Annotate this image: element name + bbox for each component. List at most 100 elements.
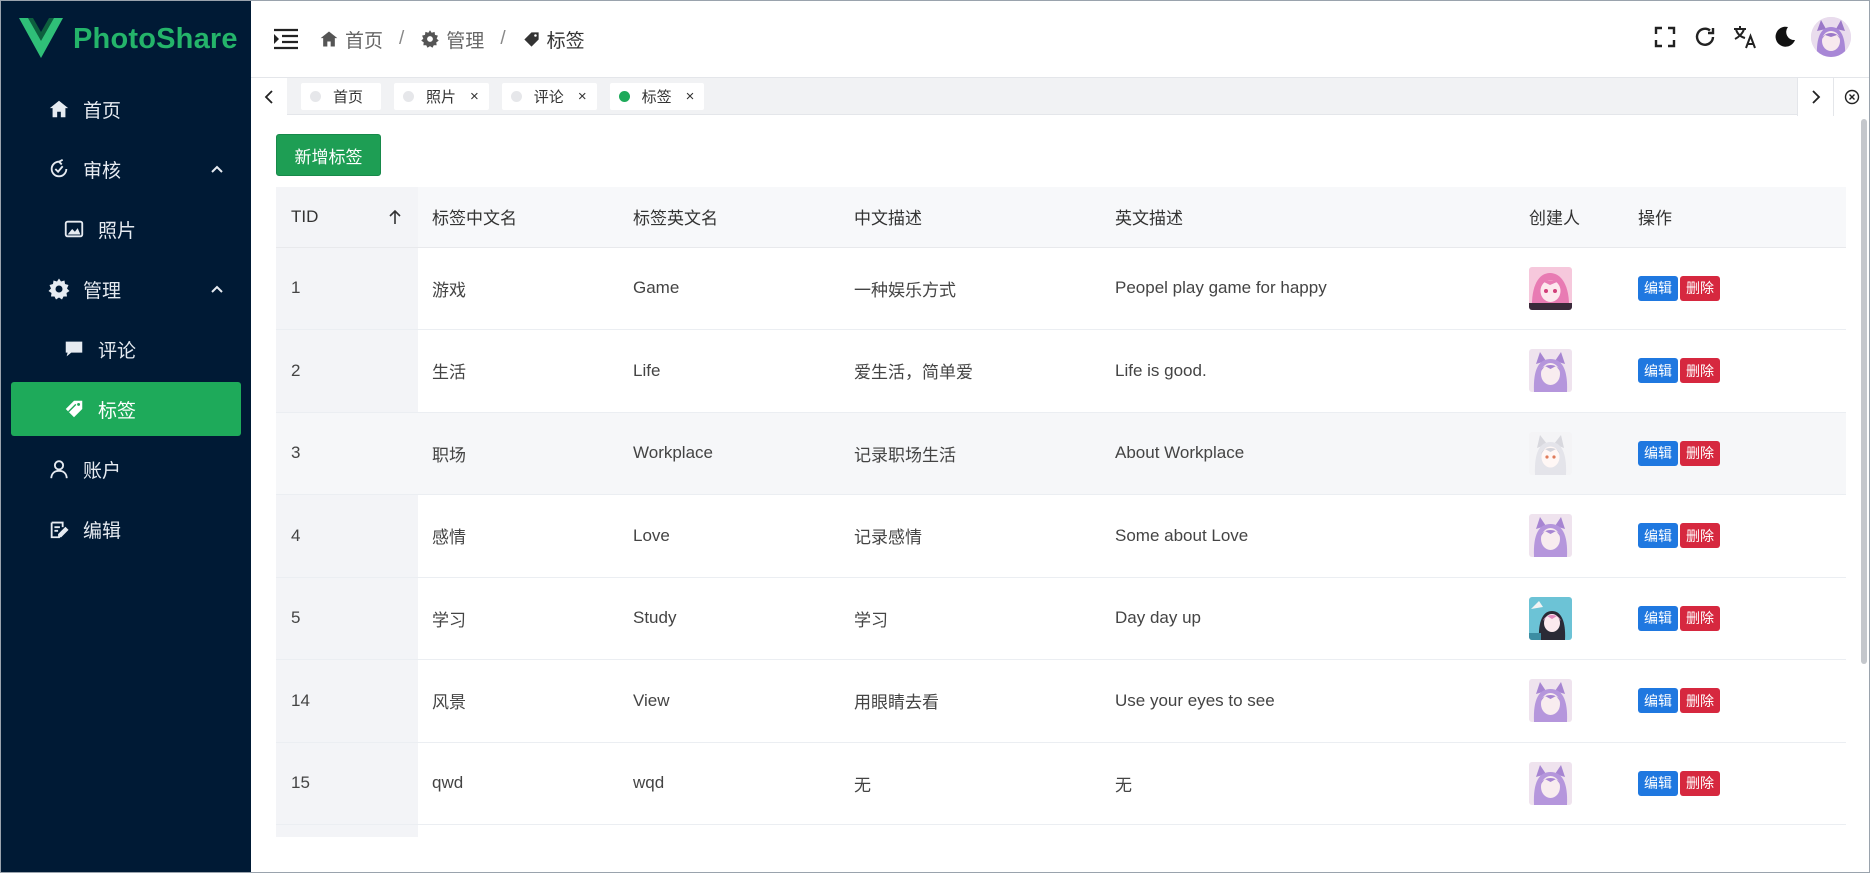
image-icon bbox=[62, 217, 86, 241]
breadcrumb-item-manage[interactable]: 管理 bbox=[420, 26, 484, 53]
edit-button[interactable]: 编辑 bbox=[1638, 358, 1678, 384]
sort-ascending-icon[interactable] bbox=[388, 209, 402, 225]
tab-status-dot bbox=[403, 91, 415, 102]
column-header-en-desc: 英文描述 bbox=[1101, 187, 1515, 248]
close-icon[interactable]: × bbox=[686, 88, 695, 105]
fullscreen-icon bbox=[1654, 26, 1676, 48]
sidebar-item-manage[interactable]: 管理 bbox=[1, 259, 251, 319]
cell-en-name: View bbox=[619, 659, 840, 743]
tabs-scroll-right-button[interactable] bbox=[1797, 78, 1833, 116]
cell-tid: 14 bbox=[276, 659, 418, 743]
breadcrumb-separator: / bbox=[399, 28, 405, 49]
delete-button[interactable]: 删除 bbox=[1680, 358, 1720, 384]
breadcrumb-label: 首页 bbox=[345, 30, 384, 52]
refresh-button[interactable] bbox=[1691, 23, 1719, 51]
creator-avatar bbox=[1529, 679, 1572, 723]
sidebar-item-label: 审核 bbox=[83, 160, 122, 182]
gear-icon bbox=[47, 277, 71, 301]
table-header-row: TID 标签中文名 标签英文名 中文描述 英文描述 创建人 操作 bbox=[276, 187, 1846, 248]
delete-button[interactable]: 删除 bbox=[1680, 275, 1720, 301]
table-row: 15 qwd wqd 无 无 编辑 删除 bbox=[276, 742, 1846, 825]
tab-tags[interactable]: 标签 × bbox=[609, 83, 705, 110]
sidebar-item-label: 照片 bbox=[98, 220, 137, 242]
translate-icon bbox=[1734, 26, 1756, 49]
close-all-tabs-button[interactable] bbox=[1833, 78, 1869, 116]
table-row: 3 职场 Workplace 记录职场生活 About Workplace 编辑… bbox=[276, 412, 1846, 495]
chevron-up-icon[interactable] bbox=[209, 161, 225, 177]
breadcrumb-label: 标签 bbox=[546, 30, 585, 52]
menu-collapse-button[interactable] bbox=[271, 24, 301, 54]
user-avatar[interactable] bbox=[1811, 17, 1851, 57]
tabs-bar: 首页 照片 × 评论 × 标签 × bbox=[251, 77, 1869, 116]
sidebar-item-label: 编辑 bbox=[83, 520, 122, 542]
header-actions bbox=[1639, 17, 1851, 57]
column-header-tid[interactable]: TID bbox=[276, 187, 418, 248]
sidebar-item-photos[interactable]: 照片 bbox=[1, 199, 251, 259]
cell-actions: 编辑 删除 bbox=[1624, 329, 1846, 413]
delete-button[interactable]: 删除 bbox=[1680, 440, 1720, 466]
edit-button[interactable]: 编辑 bbox=[1638, 770, 1678, 796]
table-row-partial bbox=[276, 824, 1846, 837]
column-header-actions: 操作 bbox=[1624, 187, 1846, 248]
sidebar-item-account[interactable]: 账户 bbox=[1, 439, 251, 499]
sidebar-item-label: 评论 bbox=[98, 340, 137, 362]
close-icon[interactable]: × bbox=[470, 88, 479, 105]
chevron-up-icon[interactable] bbox=[209, 281, 225, 297]
cell-cn-name: 职场 bbox=[418, 412, 619, 495]
fullscreen-button[interactable] bbox=[1651, 23, 1679, 51]
cell-en-desc: About Workplace bbox=[1101, 412, 1515, 495]
cell-creator bbox=[1515, 577, 1624, 660]
sidebar-item-label: 管理 bbox=[83, 280, 122, 302]
cell-tid: 1 bbox=[276, 247, 418, 330]
language-button[interactable] bbox=[1731, 23, 1759, 51]
cell-actions: 编辑 删除 bbox=[1624, 247, 1846, 330]
sidebar-item-comments[interactable]: 评论 bbox=[1, 319, 251, 379]
creator-avatar bbox=[1529, 431, 1572, 475]
delete-button[interactable]: 删除 bbox=[1680, 688, 1720, 714]
tab-home[interactable]: 首页 bbox=[301, 83, 382, 110]
vertical-scrollbar[interactable] bbox=[1861, 119, 1867, 664]
cell-en-name: wqd bbox=[619, 742, 840, 825]
edit-button[interactable]: 编辑 bbox=[1638, 688, 1678, 714]
brand-logo[interactable]: PhotoShare bbox=[1, 1, 251, 77]
sidebar-item-tags[interactable]: 标签 bbox=[11, 382, 241, 436]
breadcrumb-item-home[interactable]: 首页 bbox=[319, 26, 383, 53]
tab-comments[interactable]: 评论 × bbox=[501, 83, 597, 110]
cell-cn-name: 游戏 bbox=[418, 247, 619, 330]
edit-button[interactable]: 编辑 bbox=[1638, 275, 1678, 301]
dark-mode-button[interactable] bbox=[1771, 23, 1799, 51]
cell-en-desc: Some about Love bbox=[1101, 494, 1515, 578]
chevron-left-icon bbox=[264, 90, 273, 104]
add-tag-button[interactable]: 新增标签 bbox=[276, 134, 381, 176]
top-header: 首页 / 管理 / 标签 bbox=[251, 1, 1869, 77]
close-icon[interactable]: × bbox=[578, 88, 587, 105]
comment-icon bbox=[62, 337, 86, 361]
column-header-label: TID bbox=[291, 206, 319, 226]
cell-cn-desc: 学习 bbox=[840, 577, 1101, 660]
cell-cn-name: 风景 bbox=[418, 659, 619, 743]
sidebar-item-label: 首页 bbox=[83, 100, 122, 122]
cell-cn-name: qwd bbox=[418, 742, 619, 825]
edit-button[interactable]: 编辑 bbox=[1638, 523, 1678, 549]
cell-en-name: Study bbox=[619, 577, 840, 660]
sidebar-item-review[interactable]: 审核 bbox=[1, 139, 251, 199]
table-row: 2 生活 Life 爱生活，简单爱 Life is good. 编辑 删除 bbox=[276, 329, 1846, 413]
tabs-scroll-left-button[interactable] bbox=[251, 78, 287, 116]
sidebar: PhotoShare 首页 审核 照片 管理 评论 标签 账户 编辑 bbox=[1, 1, 251, 872]
breadcrumb-item-tags: 标签 bbox=[522, 26, 585, 53]
edit-button[interactable]: 编辑 bbox=[1638, 605, 1678, 631]
sidebar-item-edit[interactable]: 编辑 bbox=[1, 499, 251, 559]
cell-cn-name: 感情 bbox=[418, 494, 619, 578]
cell-cn-desc: 记录职场生活 bbox=[840, 412, 1101, 495]
delete-button[interactable]: 删除 bbox=[1680, 770, 1720, 796]
tab-status-dot bbox=[310, 91, 321, 102]
cell-creator bbox=[1515, 659, 1624, 743]
cell-cn-desc: 爱生活，简单爱 bbox=[840, 329, 1101, 413]
table-row: 14 风景 View 用眼睛去看 Use your eyes to see 编辑… bbox=[276, 659, 1846, 743]
cell-tid: 4 bbox=[276, 494, 418, 578]
delete-button[interactable]: 删除 bbox=[1680, 605, 1720, 631]
delete-button[interactable]: 删除 bbox=[1680, 523, 1720, 549]
sidebar-item-home[interactable]: 首页 bbox=[1, 79, 251, 139]
tab-photos[interactable]: 照片 × bbox=[394, 83, 489, 110]
edit-button[interactable]: 编辑 bbox=[1638, 440, 1678, 466]
